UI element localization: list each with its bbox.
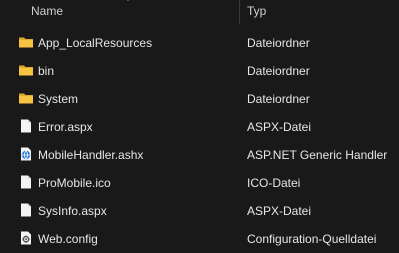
file-type: Dateiordner (247, 64, 310, 78)
folder-icon (19, 93, 33, 104)
document-icon (21, 175, 31, 189)
file-type: ASPX-Datei (247, 204, 312, 218)
document-icon (21, 119, 31, 133)
list-item[interactable]: Error.aspx ASPX-Datei (0, 112, 399, 140)
file-name: App_LocalResources (38, 36, 153, 50)
file-type: Dateiordner (247, 36, 310, 50)
file-name: SysInfo.aspx (38, 204, 107, 218)
list-item[interactable]: System Dateiordner (0, 84, 399, 112)
config-file-icon (21, 231, 31, 245)
file-name: Error.aspx (38, 120, 93, 134)
column-header: Name Typ (0, 0, 399, 26)
document-icon (21, 203, 31, 217)
list-item[interactable]: App_LocalResources Dateiordner (0, 28, 399, 56)
column-header-name[interactable]: Name (31, 4, 63, 18)
folder-icon (19, 65, 33, 76)
file-type: Dateiordner (247, 92, 310, 106)
file-name: System (38, 92, 79, 106)
list-item[interactable]: SysInfo.aspx ASPX-Datei (0, 196, 399, 224)
file-name: bin (38, 64, 55, 78)
list-item[interactable]: bin Dateiordner (0, 56, 399, 84)
file-name: Web.config (38, 232, 98, 246)
file-name: MobileHandler.ashx (38, 148, 144, 162)
file-type: ASP.NET Generic Handler (247, 148, 388, 162)
list-item[interactable]: MobileHandler.ashx ASP.NET Generic Handl… (0, 140, 399, 168)
sort-chevron-icon[interactable] (122, 0, 134, 4)
web-handler-icon (21, 147, 31, 161)
list-item[interactable]: Web.config Configuration-Quelldatei (0, 224, 399, 252)
file-name: ProMobile.ico (38, 176, 111, 190)
file-type: ICO-Datei (247, 176, 301, 190)
column-header-type[interactable]: Typ (247, 4, 266, 18)
folder-icon (19, 37, 33, 48)
column-divider[interactable] (239, 0, 240, 24)
file-type: Configuration-Quelldatei (247, 232, 377, 246)
list-item[interactable]: ProMobile.ico ICO-Datei (0, 168, 399, 196)
file-type: ASPX-Datei (247, 120, 312, 134)
